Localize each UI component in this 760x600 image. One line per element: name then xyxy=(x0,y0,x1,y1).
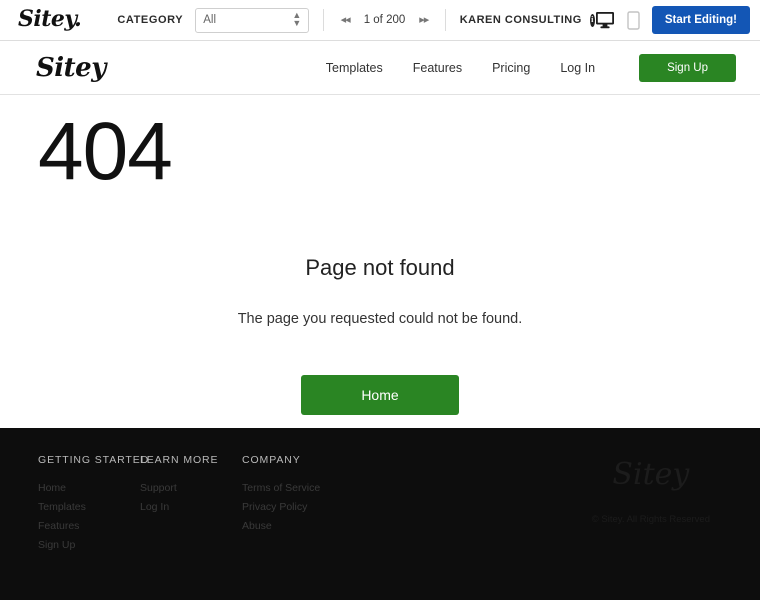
footer-logo: Sitey xyxy=(612,457,690,492)
pager-prev-icon[interactable]: ◂◂ xyxy=(338,13,353,28)
signup-button[interactable]: Sign Up xyxy=(639,53,736,82)
nav-item-pricing[interactable]: Pricing xyxy=(492,61,530,75)
stepper-arrows-icon: ▲ ▼ xyxy=(292,10,302,28)
category-label: CATEGORY xyxy=(117,14,184,26)
nav-item-templates[interactable]: Templates xyxy=(326,61,383,75)
footer-link-home[interactable]: Home xyxy=(38,482,140,494)
editor-top-bar: Sitey. CATEGORY All ▲ ▼ ◂◂ 1 of 200 ▸▸ KA… xyxy=(0,0,760,41)
mobile-view-icon[interactable] xyxy=(627,10,640,30)
footer-column-learn-more: LEARN MORE Support Log In xyxy=(140,454,242,600)
category-select-value: All xyxy=(203,14,217,26)
footer-brand-block: Sitey © Sitey. All Rights Reserved xyxy=(592,454,732,600)
home-button[interactable]: Home xyxy=(301,375,459,415)
footer-link-abuse[interactable]: Abuse xyxy=(242,520,344,532)
site-footer: GETTING STARTED Home Templates Features … xyxy=(0,428,760,600)
footer-copyright: © Sitey. All Rights Reserved xyxy=(591,514,710,525)
pager-next-icon[interactable]: ▸▸ xyxy=(416,13,431,28)
footer-link-terms[interactable]: Terms of Service xyxy=(242,482,344,494)
template-pager: ◂◂ 1 of 200 ▸▸ xyxy=(338,13,432,28)
main-content: 404 Page not found The page you requeste… xyxy=(0,95,760,428)
error-message-block: Page not found The page you requested co… xyxy=(0,255,760,327)
sitey-editor-logo[interactable]: Sitey. xyxy=(18,8,82,33)
desktop-view-icon[interactable] xyxy=(595,11,615,29)
site-logo[interactable]: Sitey xyxy=(36,55,106,81)
footer-link-features[interactable]: Features xyxy=(38,520,140,532)
nav-item-login[interactable]: Log In xyxy=(560,61,595,75)
footer-link-login[interactable]: Log In xyxy=(140,501,242,513)
site-header: Sitey Templates Features Pricing Log In … xyxy=(0,41,760,95)
footer-heading-company: COMPANY xyxy=(242,454,301,466)
footer-column-company: COMPANY Terms of Service Privacy Policy … xyxy=(242,454,344,600)
footer-link-signup[interactable]: Sign Up xyxy=(38,539,140,551)
footer-column-getting-started: GETTING STARTED Home Templates Features … xyxy=(38,454,150,600)
error-description: The page you requested could not be foun… xyxy=(237,311,523,327)
error-title: Page not found xyxy=(305,255,455,280)
nav-item-features[interactable]: Features xyxy=(413,61,462,75)
footer-heading-getting-started: GETTING STARTED xyxy=(38,454,150,466)
pager-count: 1 of 200 xyxy=(363,14,406,26)
footer-link-templates[interactable]: Templates xyxy=(38,501,140,513)
footer-link-support[interactable]: Support xyxy=(140,482,242,494)
editor-bar-right-group: Start Editing! xyxy=(595,6,751,34)
error-code: 404 xyxy=(38,106,173,197)
category-select[interactable]: All ▲ ▼ xyxy=(195,7,310,33)
site-navigation: Templates Features Pricing Log In Sign U… xyxy=(326,53,736,82)
current-site-name: KAREN CONSULTING xyxy=(459,14,582,26)
category-filter-group: CATEGORY All ▲ ▼ xyxy=(81,7,310,33)
footer-heading-learn-more: LEARN MORE xyxy=(140,454,219,466)
start-editing-button[interactable]: Start Editing! xyxy=(651,6,751,34)
footer-link-privacy[interactable]: Privacy Policy xyxy=(242,501,344,513)
